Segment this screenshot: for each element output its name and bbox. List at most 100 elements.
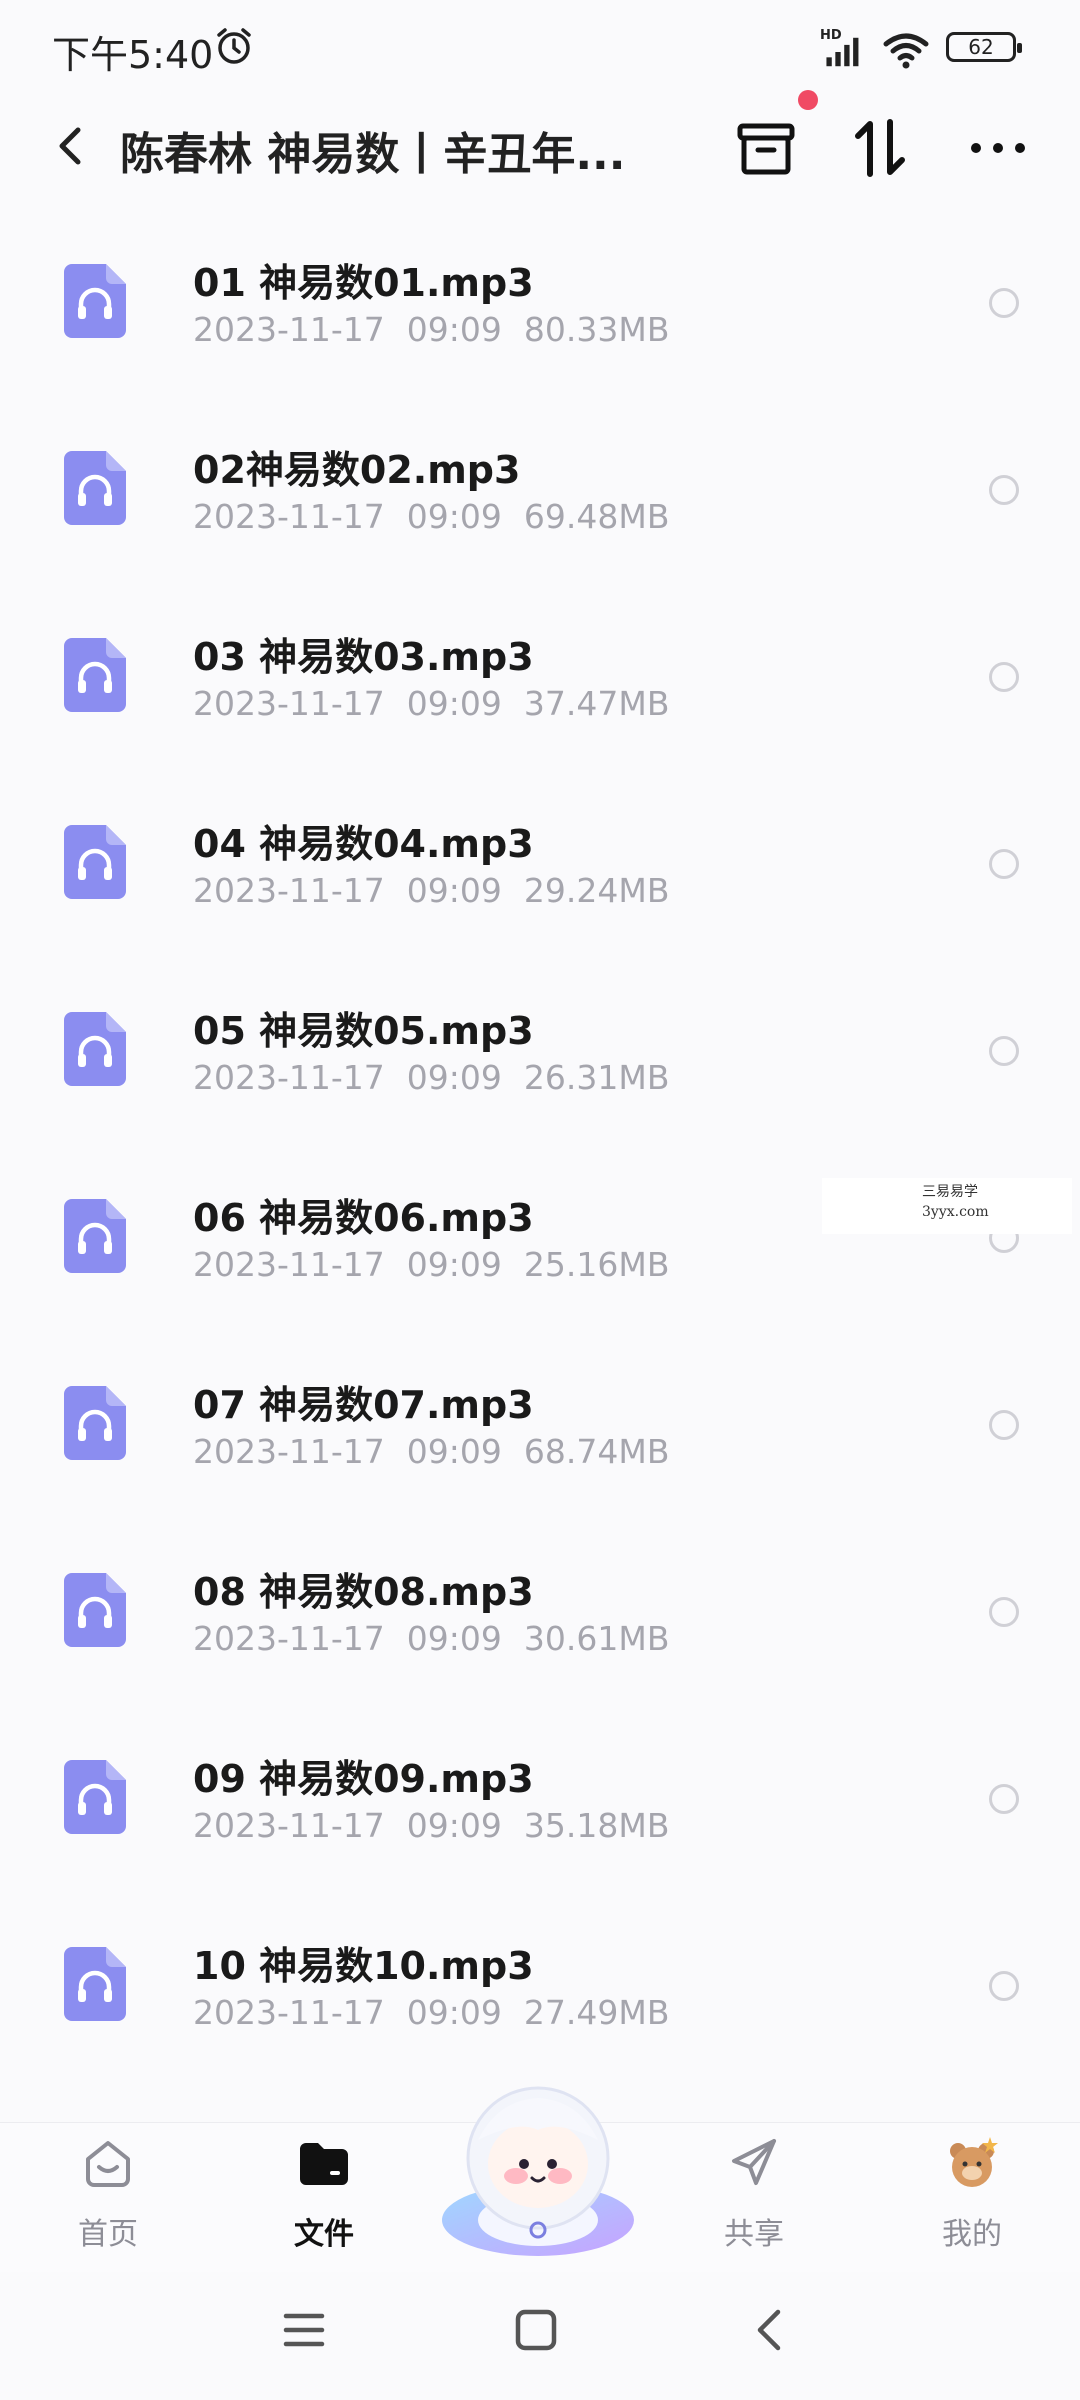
- file-date: 2023-11-17: [193, 1993, 385, 2032]
- nav-mine[interactable]: 我的: [902, 2123, 1042, 2273]
- app-bar: 陈春林 神易数丨辛丑年...: [0, 96, 1080, 196]
- cellular-signal-icon: [826, 37, 859, 67]
- select-checkbox[interactable]: [989, 288, 1019, 318]
- file-meta: 2023-11-17 09:09 27.49MB: [193, 1993, 691, 2032]
- file-time: 09:09: [406, 1432, 502, 1471]
- file-time: 09:09: [406, 497, 502, 536]
- file-date: 2023-11-17: [193, 497, 385, 536]
- file-meta: 2023-11-17 09:09 37.47MB: [193, 684, 691, 723]
- nav-share-label: 共享: [724, 2217, 784, 2252]
- folder-icon: [300, 2143, 348, 2185]
- file-meta: 2023-11-17 09:09 68.74MB: [193, 1432, 691, 1471]
- nav-home-label: 首页: [78, 2217, 138, 2252]
- nav-files[interactable]: 文件: [254, 2123, 394, 2273]
- file-time: 09:09: [406, 1993, 502, 2032]
- file-size: 27.49MB: [523, 1993, 670, 2032]
- file-time: 09:09: [406, 310, 502, 349]
- nav-mine-label: 我的: [942, 2217, 1002, 2252]
- select-checkbox[interactable]: [989, 1597, 1019, 1627]
- file-meta: 2023-11-17 09:09 29.24MB: [193, 871, 691, 910]
- file-time: 09:09: [406, 871, 502, 910]
- audio-file-icon: [64, 1573, 126, 1647]
- nav-home[interactable]: 首页: [38, 2123, 178, 2273]
- audio-file-icon: [64, 638, 126, 712]
- select-checkbox[interactable]: [989, 849, 1019, 879]
- file-name: 01 神易数01.mp3: [193, 261, 534, 305]
- file-date: 2023-11-17: [193, 1245, 385, 1284]
- select-checkbox[interactable]: [989, 1410, 1019, 1440]
- select-checkbox[interactable]: [989, 475, 1019, 505]
- watermark-line1: 三易易学: [922, 1184, 978, 1200]
- system-back-icon[interactable]: [740, 2300, 800, 2360]
- file-meta: 2023-11-17 09:09 35.18MB: [193, 1806, 691, 1845]
- file-meta: 2023-11-17 09:09 30.61MB: [193, 1619, 691, 1658]
- audio-file-icon: [64, 451, 126, 525]
- more-options-button[interactable]: [962, 112, 1034, 184]
- home-icon: [86, 2141, 130, 2187]
- watermark: 三易易学 3yyx.com: [822, 1178, 1072, 1234]
- file-name: 07 神易数07.mp3: [193, 1383, 534, 1427]
- file-meta: 2023-11-17 09:09 26.31MB: [193, 1058, 691, 1097]
- select-checkbox[interactable]: [989, 1036, 1019, 1066]
- file-row[interactable]: 07 神易数07.mp3 2023-11-17 09:09 68.74MB: [0, 1332, 1080, 1519]
- audio-file-icon: [64, 1760, 126, 1834]
- mascot-button[interactable]: [438, 2070, 638, 2266]
- notification-dot: [798, 90, 818, 110]
- audio-file-icon: [64, 264, 126, 338]
- file-meta: 2023-11-17 09:09 80.33MB: [193, 310, 691, 349]
- file-size: 30.61MB: [523, 1619, 670, 1658]
- page-title: 陈春林 神易数丨辛丑年...: [120, 129, 626, 180]
- file-time: 09:09: [406, 1245, 502, 1284]
- file-name: 04 神易数04.mp3: [193, 822, 534, 866]
- file-row[interactable]: 02神易数02.mp3 2023-11-17 09:09 69.48MB: [0, 397, 1080, 584]
- file-meta: 2023-11-17 09:09 25.16MB: [193, 1245, 691, 1284]
- file-date: 2023-11-17: [193, 871, 385, 910]
- wifi-icon: [883, 33, 929, 69]
- file-date: 2023-11-17: [193, 1058, 385, 1097]
- file-meta: 2023-11-17 09:09 69.48MB: [193, 497, 691, 536]
- file-size: 68.74MB: [523, 1432, 670, 1471]
- file-list: 01 神易数01.mp3 2023-11-17 09:09 80.33MB 02神易…: [0, 210, 1080, 2080]
- file-row[interactable]: 09 神易数09.mp3 2023-11-17 09:09 35.18MB: [0, 1706, 1080, 1893]
- audio-file-icon: [64, 825, 126, 899]
- menu-icon[interactable]: [274, 2300, 334, 2360]
- file-row[interactable]: 08 神易数08.mp3 2023-11-17 09:09 30.61MB: [0, 1519, 1080, 1706]
- select-checkbox[interactable]: [989, 662, 1019, 692]
- file-row[interactable]: 03 神易数03.mp3 2023-11-17 09:09 37.47MB: [0, 584, 1080, 771]
- file-row[interactable]: 01 神易数01.mp3 2023-11-17 09:09 80.33MB: [0, 210, 1080, 397]
- file-row[interactable]: 06 神易数06.mp3 2023-11-17 09:09 25.16MB: [0, 1145, 1080, 1332]
- watermark-line2: 3yyx.com: [922, 1204, 989, 1220]
- archive-button[interactable]: [730, 112, 802, 184]
- file-size: 35.18MB: [523, 1806, 670, 1845]
- file-name: 03 神易数03.mp3: [193, 635, 534, 679]
- file-row[interactable]: 05 神易数05.mp3 2023-11-17 09:09 26.31MB: [0, 958, 1080, 1145]
- status-time: 下午5:40: [52, 33, 214, 77]
- file-date: 2023-11-17: [193, 1432, 385, 1471]
- select-checkbox[interactable]: [989, 1971, 1019, 2001]
- sort-button[interactable]: [844, 112, 916, 184]
- bear-avatar-icon: [950, 2137, 998, 2187]
- nav-share[interactable]: 共享: [684, 2123, 824, 2273]
- audio-file-icon: [64, 1386, 126, 1460]
- file-name: 05 神易数05.mp3: [193, 1009, 534, 1053]
- file-time: 09:09: [406, 684, 502, 723]
- file-size: 29.24MB: [523, 871, 670, 910]
- audio-file-icon: [64, 1199, 126, 1273]
- system-nav-bar: [0, 2272, 1080, 2400]
- file-time: 09:09: [406, 1619, 502, 1658]
- back-button[interactable]: [44, 118, 100, 174]
- file-name: 09 神易数09.mp3: [193, 1757, 534, 1801]
- file-row[interactable]: 04 神易数04.mp3 2023-11-17 09:09 29.24MB: [0, 771, 1080, 958]
- file-size: 69.48MB: [523, 497, 670, 536]
- file-name: 02神易数02.mp3: [193, 448, 521, 492]
- file-size: 37.47MB: [523, 684, 670, 723]
- home-square-icon[interactable]: [506, 2300, 566, 2360]
- file-date: 2023-11-17: [193, 1619, 385, 1658]
- audio-file-icon: [64, 1947, 126, 2021]
- file-time: 09:09: [406, 1806, 502, 1845]
- file-row[interactable]: 10 神易数10.mp3 2023-11-17 09:09 27.49MB: [0, 1893, 1080, 2080]
- file-date: 2023-11-17: [193, 1806, 385, 1845]
- file-date: 2023-11-17: [193, 310, 385, 349]
- select-checkbox[interactable]: [989, 1784, 1019, 1814]
- file-time: 09:09: [406, 1058, 502, 1097]
